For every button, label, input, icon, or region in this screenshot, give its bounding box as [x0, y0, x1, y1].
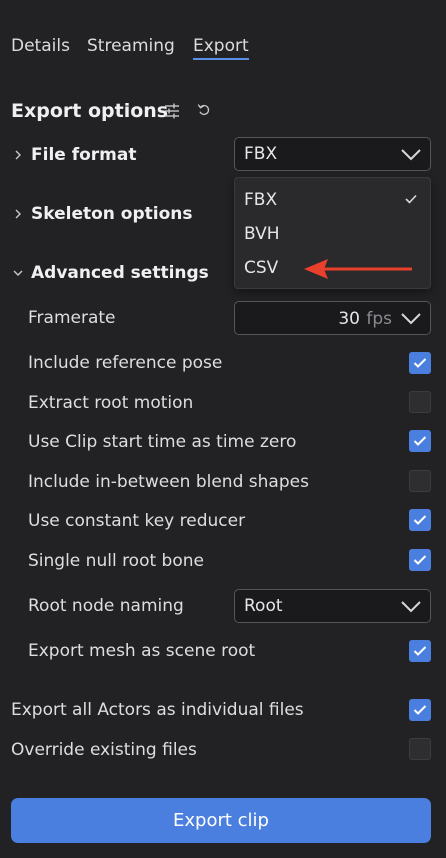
chevron-right-icon	[15, 150, 21, 160]
export-mesh-scene-root-checkbox[interactable]	[409, 640, 431, 662]
check-icon	[405, 194, 417, 204]
check-icon	[413, 705, 427, 715]
root-naming-label: Root node naming	[28, 596, 184, 616]
check-icon	[413, 436, 427, 446]
extract-root-motion-checkbox[interactable]	[409, 391, 431, 413]
option-label: Export mesh as scene root	[28, 641, 256, 661]
annotation-arrow	[304, 259, 412, 279]
blend-shapes-checkbox[interactable]	[409, 470, 431, 492]
check-icon	[413, 515, 427, 525]
export-clip-button[interactable]: Export clip	[11, 798, 431, 843]
tab-streaming[interactable]: Streaming	[87, 36, 175, 56]
group-file-format[interactable]: File format	[11, 143, 137, 167]
check-icon	[413, 358, 427, 368]
framerate-value: 30	[338, 309, 360, 329]
root-naming-select[interactable]: Root	[234, 589, 431, 623]
chevron-down-icon	[401, 149, 421, 161]
tab-details[interactable]: Details	[11, 36, 70, 56]
chevron-down-icon	[13, 270, 23, 276]
override-files-checkbox[interactable]	[409, 738, 431, 760]
select-value: FBX	[244, 144, 278, 164]
menu-item-bvh[interactable]: BVH	[244, 224, 280, 244]
option-label: Use Clip start time as time zero	[28, 432, 297, 452]
export-clip-label: Export clip	[173, 810, 269, 831]
include-reference-pose-checkbox[interactable]	[409, 352, 431, 374]
framerate-label: Framerate	[28, 308, 116, 328]
group-skeleton-options[interactable]: Skeleton options	[11, 202, 193, 226]
active-tab-underline	[193, 58, 249, 60]
check-icon	[413, 646, 427, 656]
chevron-down-icon	[401, 601, 421, 613]
check-icon	[413, 555, 427, 565]
clip-start-time-checkbox[interactable]	[409, 430, 431, 452]
select-value: Root	[244, 596, 283, 616]
option-label: Override existing files	[11, 740, 197, 760]
file-format-select[interactable]: FBX	[234, 137, 431, 171]
export-actors-individual-checkbox[interactable]	[409, 699, 431, 721]
section-title: Export options	[11, 100, 169, 122]
tab-export[interactable]: Export	[193, 36, 249, 56]
reset-icon[interactable]	[196, 102, 214, 120]
option-label: Export all Actors as individual files	[11, 700, 304, 720]
chevron-down-icon	[401, 313, 421, 325]
single-null-root-bone-checkbox[interactable]	[409, 549, 431, 571]
group-label: Advanced settings	[31, 263, 209, 283]
framerate-select[interactable]: 30 fps	[234, 301, 431, 335]
menu-item-csv[interactable]: CSV	[244, 258, 278, 278]
group-advanced-settings[interactable]: Advanced settings	[11, 261, 209, 285]
constant-key-reducer-checkbox[interactable]	[409, 509, 431, 531]
framerate-unit: fps	[366, 309, 392, 329]
option-label: Single null root bone	[28, 551, 204, 571]
option-label: Include in-between blend shapes	[28, 472, 309, 492]
option-label: Include reference pose	[28, 353, 223, 373]
group-label: Skeleton options	[31, 204, 193, 224]
sliders-icon[interactable]	[163, 102, 181, 120]
option-label: Use constant key reducer	[28, 511, 246, 531]
menu-item-fbx[interactable]: FBX	[244, 190, 277, 210]
chevron-right-icon	[15, 209, 21, 219]
option-label: Extract root motion	[28, 393, 194, 413]
group-label: File format	[31, 145, 137, 165]
